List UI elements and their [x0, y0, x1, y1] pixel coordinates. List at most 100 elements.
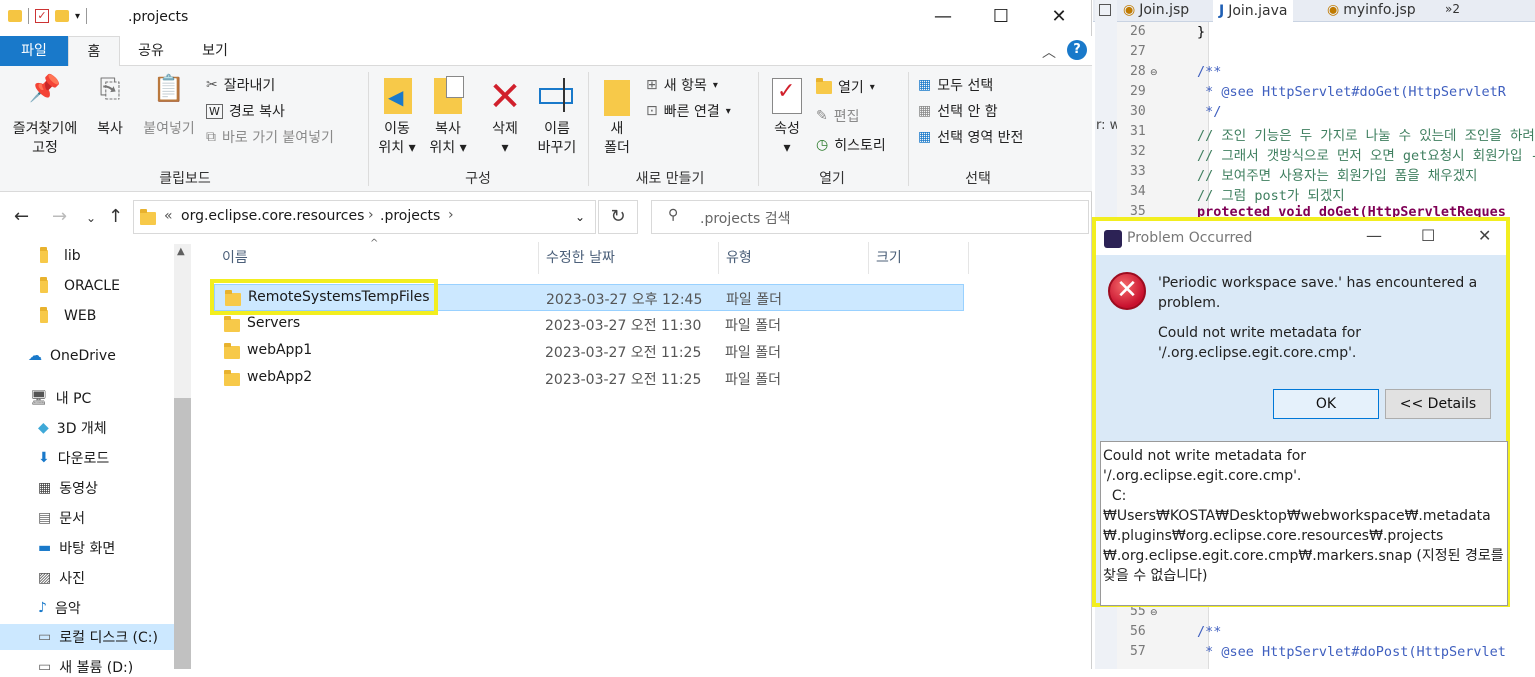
tab-join-java[interactable]: J Join.java [1213, 0, 1294, 22]
more-tabs-button[interactable]: »2 [1445, 2, 1460, 16]
breadcrumb-1[interactable]: org.eclipse.core.resources [181, 208, 364, 224]
address-dropdown-icon[interactable]: ⌄ [563, 200, 597, 234]
nav-item[interactable]: ▭ 새 볼륨 (D:) [38, 657, 133, 677]
copy-path-button[interactable]: W 경로 복사 [206, 101, 285, 121]
column-modified[interactable]: 수정한 날짜 [546, 247, 615, 267]
recent-locations-icon[interactable]: ⌄ [86, 211, 96, 225]
nav-item-label: 로컬 디스크 (C:) [59, 630, 158, 646]
address-bar[interactable]: « org.eclipse.core.resources › .projects… [133, 200, 596, 234]
minimize-button[interactable]: — [920, 0, 966, 36]
maximize-button[interactable]: ☐ [1421, 226, 1435, 245]
nav-item[interactable]: ▬ 바탕 화면 [38, 538, 115, 558]
nav-item[interactable]: ▦ 동영상 [38, 478, 98, 498]
refresh-button[interactable]: ↻ [598, 200, 638, 234]
nav-item[interactable]: WEB [40, 306, 96, 324]
nav-item[interactable]: 🖥 내 PC [30, 388, 91, 408]
select-none-button[interactable]: ▦ 선택 안 함 [918, 101, 998, 121]
nav-scrollbar-thumb[interactable] [174, 398, 191, 669]
code-line[interactable]: /** [1197, 624, 1221, 640]
chevron-right-icon[interactable]: › [448, 207, 454, 223]
open-button[interactable]: 열기 ▾ [816, 77, 875, 97]
code-line[interactable]: // 보여주면 사용자는 회원가입 폼을 채우겠지 [1197, 164, 1477, 184]
code-line[interactable]: } [1197, 24, 1205, 40]
breadcrumb-2[interactable]: .projects [380, 208, 440, 224]
fold-icon[interactable]: ⊖ [1150, 608, 1158, 618]
tab-join-jsp[interactable]: ◉ Join.jsp [1123, 2, 1189, 18]
tab-share[interactable]: 공유 [128, 36, 174, 66]
tab-file[interactable]: 파일 [0, 36, 68, 66]
nav-item[interactable]: ▨ 사진 [38, 568, 85, 588]
help-icon[interactable]: ? [1067, 40, 1087, 60]
details-text[interactable]: Could not write metadata for '/.org.ecli… [1100, 441, 1508, 606]
restore-icon[interactable] [1099, 4, 1111, 16]
error-message: 'Periodic workspace save.' has encounter… [1158, 275, 1478, 311]
column-type[interactable]: 유형 [726, 247, 752, 267]
tab-view[interactable]: 보기 [192, 36, 238, 66]
nav-icon: ⬇ [38, 450, 50, 466]
easy-access-button[interactable]: ⊡ 빠른 연결 ▾ [646, 101, 731, 121]
move-to-button[interactable]: ◀ 이동 위치 ▾ [374, 74, 420, 158]
maximize-button[interactable]: ☐ [978, 0, 1024, 36]
up-arrow-icon[interactable]: ↑ [108, 206, 123, 227]
search-box[interactable]: ⚲ .projects 검색 [651, 200, 1089, 234]
edit-button[interactable]: ✎ 편집 [816, 106, 860, 126]
file-explorer-window: ✓ ▾ .projects — ☐ ✕ 파일 홈 공유 보기 ︿ ? 📌 즐겨찾… [0, 0, 1092, 676]
nav-item[interactable]: ⬇ 다운로드 [38, 448, 109, 468]
scroll-up-icon[interactable]: ▲ [177, 246, 185, 257]
chevron-right-icon[interactable]: › [368, 207, 374, 223]
code-line[interactable]: // 그래서 갯방식으로 먼저 오면 get요청시 회원가입 - [1197, 144, 1535, 164]
collapse-ribbon-icon[interactable]: ︿ [1042, 42, 1056, 62]
file-row[interactable]: Servers 2023-03-27 오전 11:30 파일 폴더 [214, 311, 964, 338]
new-folder-icon[interactable] [55, 10, 69, 22]
code-line[interactable]: // 조인 기능은 두 가지로 나눌 수 있는데 조인을 하려 [1197, 124, 1535, 144]
nav-item[interactable]: ♪ 음악 [38, 598, 81, 618]
copy-to-button[interactable]: 복사 위치 ▾ [424, 74, 472, 158]
fold-icon[interactable]: ⊖ [1150, 68, 1158, 78]
cut-button[interactable]: ✂ 잘라내기 [206, 75, 275, 95]
nav-item[interactable]: ▤ 문서 [38, 508, 85, 528]
nav-item[interactable]: lib [40, 246, 81, 264]
close-button[interactable]: ✕ [1478, 226, 1491, 245]
rename-button[interactable]: 이름 바꾸기 [532, 74, 582, 158]
nav-item[interactable]: ◆ 3D 개체 [38, 418, 107, 438]
history-icon: ◷ [816, 137, 829, 153]
tab-myinfo-jsp[interactable]: ◉ myinfo.jsp [1327, 2, 1416, 18]
forward-arrow-icon[interactable]: → [52, 206, 67, 227]
code-line[interactable]: /** [1197, 64, 1221, 80]
file-modified: 2023-03-27 오전 11:25 [545, 345, 702, 361]
close-button[interactable]: ✕ [1036, 0, 1082, 36]
paste-shortcut-button[interactable]: ⧉ 바로 가기 붙여넣기 [206, 127, 334, 147]
history-button[interactable]: ◷ 히스토리 [816, 135, 886, 155]
chevron-down-icon[interactable]: ▾ [75, 11, 80, 22]
column-size[interactable]: 크기 [876, 247, 902, 267]
column-name[interactable]: 이름 [222, 247, 248, 267]
back-arrow-icon[interactable]: ← [14, 206, 29, 227]
properties-check-icon[interactable]: ✓ [35, 9, 49, 23]
invert-selection-button[interactable]: ▦ 선택 영역 반전 [918, 127, 1023, 147]
code-line[interactable]: // 그럼 post가 되겠지 [1197, 184, 1345, 204]
code-line[interactable]: */ [1197, 104, 1221, 120]
nav-icon: ▨ [38, 570, 52, 586]
new-item-button[interactable]: ⊞ 새 항목 ▾ [646, 75, 718, 95]
new-folder-button[interactable]: 새 폴더 [594, 74, 640, 158]
nav-item[interactable]: ▭ 로컬 디스크 (C:) [0, 624, 174, 650]
properties-button[interactable]: ✓ 속성 ▾ [764, 74, 810, 158]
minimize-button[interactable]: — [1366, 226, 1382, 245]
tab-home[interactable]: 홈 [68, 36, 120, 67]
file-row[interactable]: webApp2 2023-03-27 오전 11:25 파일 폴더 [214, 365, 964, 392]
details-button[interactable]: << Details [1385, 389, 1491, 419]
folder-icon [40, 306, 48, 323]
window-title: .projects [128, 9, 189, 25]
code-line[interactable]: * @see HttpServlet#doPost(HttpServlet [1197, 644, 1506, 660]
code-line[interactable]: * @see HttpServlet#doGet(HttpServletR [1197, 84, 1506, 100]
pin-to-quick-access-button[interactable]: 📌 즐겨찾기에 고정 [6, 76, 84, 158]
delete-button[interactable]: ✕ 삭제 ▾ [482, 74, 528, 158]
ok-button[interactable]: OK [1273, 389, 1379, 419]
nav-item[interactable]: ☁ OneDrive [28, 348, 116, 364]
file-row[interactable]: webApp1 2023-03-27 오전 11:25 파일 폴더 [214, 338, 964, 365]
paste-button[interactable]: 📋 붙여넣기 [136, 76, 202, 139]
nav-item-label: 사진 [59, 571, 85, 587]
copy-button[interactable]: ⎘ 복사 [88, 76, 132, 139]
select-all-button[interactable]: ▦ 모두 선택 [918, 75, 993, 95]
nav-item[interactable]: ORACLE [40, 276, 120, 294]
